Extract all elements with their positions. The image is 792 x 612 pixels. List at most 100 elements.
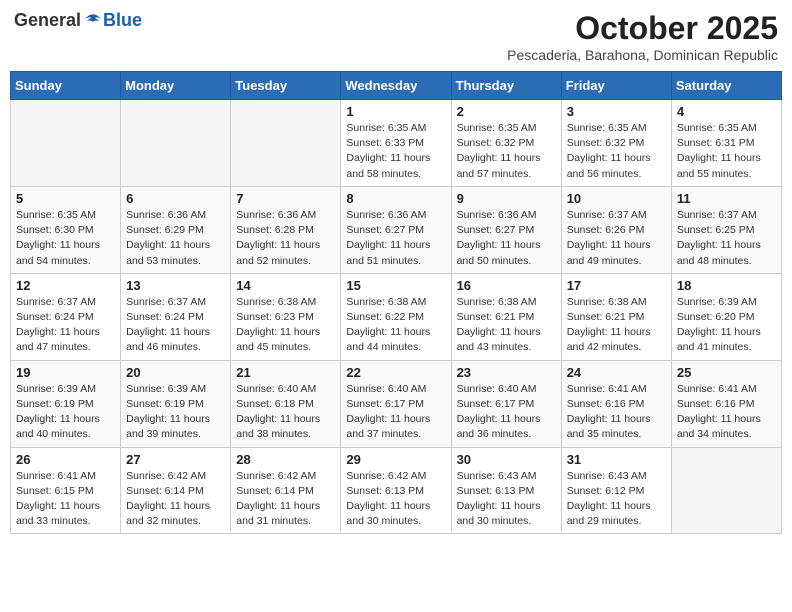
- day-number: 7: [236, 191, 335, 206]
- calendar-cell: 9 Sunrise: 6:36 AM Sunset: 6:27 PM Daylig…: [451, 186, 561, 273]
- calendar-cell: [11, 100, 121, 187]
- calendar-cell: 24Sunrise: 6:41 AM Sunset: 6:16 PM Dayli…: [561, 360, 671, 447]
- calendar-cell: 16 Sunrise: 6:38 AM Sunset: 6:21 PM Dayli…: [451, 273, 561, 360]
- calendar-cell: 30 Sunrise: 6:43 AM Sunset: 6:13 PM Dayli…: [451, 447, 561, 534]
- day-number: 21: [236, 365, 335, 380]
- calendar-cell: [121, 100, 231, 187]
- day-info: Sunrise: 6:40 AM Sunset: 6:18 PM Dayligh…: [236, 382, 335, 443]
- calendar-cell: 18 Sunrise: 6:39 AM Sunset: 6:20 PM Dayli…: [671, 273, 781, 360]
- calendar-week-row: 5Sunrise: 6:35 AM Sunset: 6:30 PM Daylig…: [11, 186, 782, 273]
- day-number: 27: [126, 452, 225, 467]
- calendar-cell: 26Sunrise: 6:41 AM Sunset: 6:15 PM Dayli…: [11, 447, 121, 534]
- day-number: 19: [16, 365, 115, 380]
- day-info: Sunrise: 6:36 AM Sunset: 6:27 PM Dayligh…: [346, 208, 445, 269]
- day-number: 17: [567, 278, 666, 293]
- calendar-cell: 7 Sunrise: 6:36 AM Sunset: 6:28 PM Daylig…: [231, 186, 341, 273]
- calendar-cell: 11 Sunrise: 6:37 AM Sunset: 6:25 PM Dayli…: [671, 186, 781, 273]
- logo-blue: Blue: [103, 10, 142, 31]
- calendar-cell: 5Sunrise: 6:35 AM Sunset: 6:30 PM Daylig…: [11, 186, 121, 273]
- calendar-cell: 12Sunrise: 6:37 AM Sunset: 6:24 PM Dayli…: [11, 273, 121, 360]
- calendar-week-row: 12Sunrise: 6:37 AM Sunset: 6:24 PM Dayli…: [11, 273, 782, 360]
- day-info: Sunrise: 6:42 AM Sunset: 6:14 PM Dayligh…: [126, 469, 225, 530]
- logo-bird-icon: [83, 11, 103, 31]
- day-number: 14: [236, 278, 335, 293]
- calendar-week-row: 1 Sunrise: 6:35 AM Sunset: 6:33 PM Daylig…: [11, 100, 782, 187]
- day-number: 13: [126, 278, 225, 293]
- calendar-cell: 27 Sunrise: 6:42 AM Sunset: 6:14 PM Dayli…: [121, 447, 231, 534]
- day-info: Sunrise: 6:43 AM Sunset: 6:13 PM Dayligh…: [457, 469, 556, 530]
- calendar-cell: 10Sunrise: 6:37 AM Sunset: 6:26 PM Dayli…: [561, 186, 671, 273]
- title-block: October 2025 Pescaderia, Barahona, Domin…: [507, 10, 778, 63]
- day-info: Sunrise: 6:37 AM Sunset: 6:24 PM Dayligh…: [16, 295, 115, 356]
- calendar-cell: 6 Sunrise: 6:36 AM Sunset: 6:29 PM Daylig…: [121, 186, 231, 273]
- calendar-cell: 8 Sunrise: 6:36 AM Sunset: 6:27 PM Daylig…: [341, 186, 451, 273]
- day-info: Sunrise: 6:38 AM Sunset: 6:21 PM Dayligh…: [567, 295, 666, 356]
- day-number: 11: [677, 191, 776, 206]
- day-number: 9: [457, 191, 556, 206]
- day-info: Sunrise: 6:39 AM Sunset: 6:20 PM Dayligh…: [677, 295, 776, 356]
- day-info: Sunrise: 6:39 AM Sunset: 6:19 PM Dayligh…: [16, 382, 115, 443]
- day-info: Sunrise: 6:42 AM Sunset: 6:13 PM Dayligh…: [346, 469, 445, 530]
- day-number: 18: [677, 278, 776, 293]
- weekday-header: Wednesday: [341, 72, 451, 100]
- day-info: Sunrise: 6:38 AM Sunset: 6:23 PM Dayligh…: [236, 295, 335, 356]
- day-number: 23: [457, 365, 556, 380]
- day-number: 3: [567, 104, 666, 119]
- day-number: 30: [457, 452, 556, 467]
- weekday-header: Thursday: [451, 72, 561, 100]
- day-info: Sunrise: 6:41 AM Sunset: 6:15 PM Dayligh…: [16, 469, 115, 530]
- day-info: Sunrise: 6:42 AM Sunset: 6:14 PM Dayligh…: [236, 469, 335, 530]
- day-number: 6: [126, 191, 225, 206]
- page-header: General Blue October 2025 Pescaderia, Ba…: [10, 10, 782, 63]
- calendar-cell: 23 Sunrise: 6:40 AM Sunset: 6:17 PM Dayli…: [451, 360, 561, 447]
- calendar-week-row: 26Sunrise: 6:41 AM Sunset: 6:15 PM Dayli…: [11, 447, 782, 534]
- calendar-header-row: SundayMondayTuesdayWednesdayThursdayFrid…: [11, 72, 782, 100]
- day-info: Sunrise: 6:36 AM Sunset: 6:27 PM Dayligh…: [457, 208, 556, 269]
- calendar-cell: [231, 100, 341, 187]
- calendar-cell: 31 Sunrise: 6:43 AM Sunset: 6:12 PM Dayli…: [561, 447, 671, 534]
- day-number: 31: [567, 452, 666, 467]
- day-info: Sunrise: 6:36 AM Sunset: 6:28 PM Dayligh…: [236, 208, 335, 269]
- calendar-cell: 3 Sunrise: 6:35 AM Sunset: 6:32 PM Daylig…: [561, 100, 671, 187]
- calendar-cell: 28 Sunrise: 6:42 AM Sunset: 6:14 PM Dayli…: [231, 447, 341, 534]
- day-number: 5: [16, 191, 115, 206]
- weekday-header: Tuesday: [231, 72, 341, 100]
- day-info: Sunrise: 6:35 AM Sunset: 6:33 PM Dayligh…: [346, 121, 445, 182]
- day-number: 8: [346, 191, 445, 206]
- day-number: 22: [346, 365, 445, 380]
- day-number: 15: [346, 278, 445, 293]
- day-number: 4: [677, 104, 776, 119]
- day-info: Sunrise: 6:41 AM Sunset: 6:16 PM Dayligh…: [677, 382, 776, 443]
- day-info: Sunrise: 6:37 AM Sunset: 6:24 PM Dayligh…: [126, 295, 225, 356]
- day-info: Sunrise: 6:43 AM Sunset: 6:12 PM Dayligh…: [567, 469, 666, 530]
- day-number: 20: [126, 365, 225, 380]
- day-number: 16: [457, 278, 556, 293]
- day-info: Sunrise: 6:40 AM Sunset: 6:17 PM Dayligh…: [457, 382, 556, 443]
- day-number: 1: [346, 104, 445, 119]
- day-info: Sunrise: 6:37 AM Sunset: 6:26 PM Dayligh…: [567, 208, 666, 269]
- day-info: Sunrise: 6:35 AM Sunset: 6:32 PM Dayligh…: [457, 121, 556, 182]
- logo-general: General: [14, 10, 81, 31]
- day-info: Sunrise: 6:35 AM Sunset: 6:32 PM Dayligh…: [567, 121, 666, 182]
- day-number: 28: [236, 452, 335, 467]
- month-title: October 2025: [507, 10, 778, 47]
- calendar-cell: 4 Sunrise: 6:35 AM Sunset: 6:31 PM Daylig…: [671, 100, 781, 187]
- day-info: Sunrise: 6:35 AM Sunset: 6:31 PM Dayligh…: [677, 121, 776, 182]
- calendar-week-row: 19 Sunrise: 6:39 AM Sunset: 6:19 PM Dayli…: [11, 360, 782, 447]
- day-info: Sunrise: 6:36 AM Sunset: 6:29 PM Dayligh…: [126, 208, 225, 269]
- calendar-cell: 20 Sunrise: 6:39 AM Sunset: 6:19 PM Dayli…: [121, 360, 231, 447]
- logo: General Blue: [14, 10, 142, 31]
- weekday-header: Monday: [121, 72, 231, 100]
- calendar-cell: 2Sunrise: 6:35 AM Sunset: 6:32 PM Daylig…: [451, 100, 561, 187]
- calendar-cell: 17 Sunrise: 6:38 AM Sunset: 6:21 PM Dayli…: [561, 273, 671, 360]
- calendar-cell: 21 Sunrise: 6:40 AM Sunset: 6:18 PM Dayli…: [231, 360, 341, 447]
- day-info: Sunrise: 6:37 AM Sunset: 6:25 PM Dayligh…: [677, 208, 776, 269]
- day-number: 25: [677, 365, 776, 380]
- weekday-header: Friday: [561, 72, 671, 100]
- day-info: Sunrise: 6:38 AM Sunset: 6:21 PM Dayligh…: [457, 295, 556, 356]
- calendar-cell: 14 Sunrise: 6:38 AM Sunset: 6:23 PM Dayli…: [231, 273, 341, 360]
- weekday-header: Sunday: [11, 72, 121, 100]
- calendar-cell: [671, 447, 781, 534]
- day-info: Sunrise: 6:39 AM Sunset: 6:19 PM Dayligh…: [126, 382, 225, 443]
- day-number: 29: [346, 452, 445, 467]
